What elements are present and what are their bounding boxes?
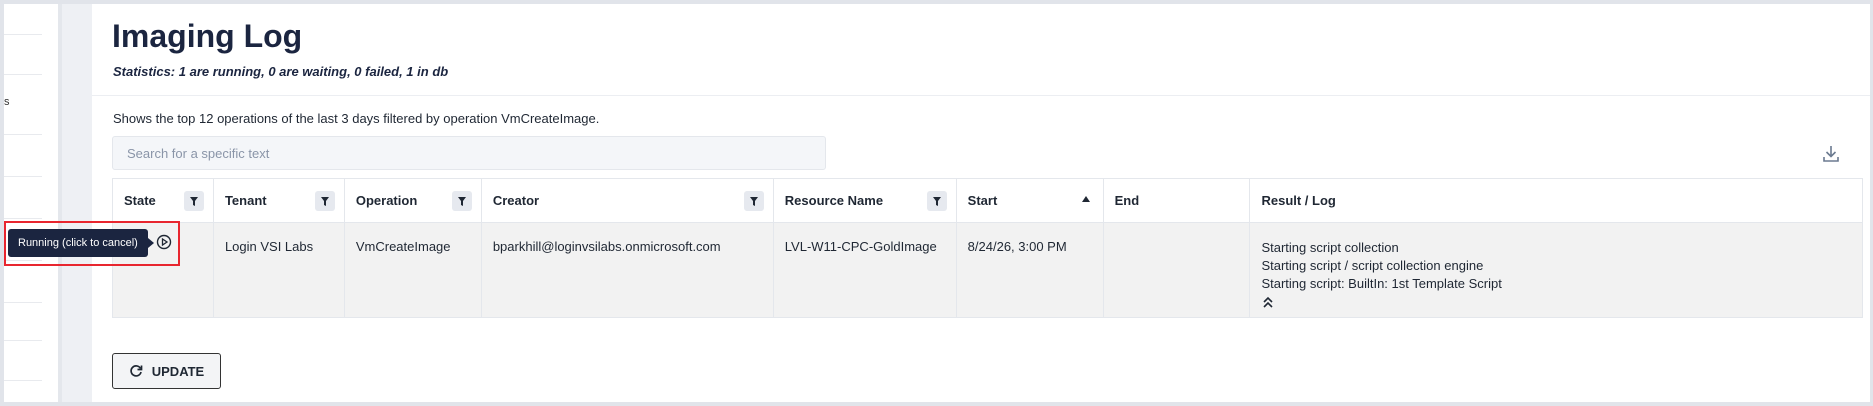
search-input[interactable] [112, 136, 826, 170]
column-header-creator[interactable]: Creator [480, 178, 774, 223]
column-header-state[interactable]: State [112, 178, 214, 223]
statistics-text: Statistics: 1 are running, 0 are waiting… [113, 64, 449, 79]
main-content: Imaging Log Statistics: 1 are running, 0… [92, 4, 1870, 402]
filter-icon[interactable] [183, 191, 204, 211]
sidebar-divider [4, 340, 42, 341]
filter-icon[interactable] [743, 191, 764, 211]
column-label: Tenant [224, 193, 267, 208]
column-label: Resource Name [784, 193, 884, 208]
refresh-icon [130, 365, 143, 377]
log-line: Starting script collection [1261, 240, 1399, 255]
column-label: Creator [492, 193, 540, 208]
update-button-label: UPDATE [151, 363, 205, 379]
update-button[interactable]: UPDATE [112, 353, 221, 389]
page-title: Imaging Log [112, 18, 303, 54]
sidebar-divider [4, 134, 42, 135]
column-label: Operation [355, 193, 418, 208]
cell-start: 8/24/26, 3:00 PM [955, 222, 1104, 318]
sort-ascending-icon[interactable] [1081, 196, 1090, 202]
highlight-box [4, 221, 180, 266]
cell-result-log: Starting script collection Starting scri… [1249, 222, 1863, 318]
sidebar-divider [4, 176, 42, 177]
column-label: State [124, 193, 156, 208]
column-label: Result / Log [1261, 193, 1336, 208]
sidebar-divider [4, 34, 42, 35]
sidebar: s [4, 4, 62, 402]
table-header-row: State Tenant Operation Creator Resource … [112, 178, 1863, 223]
sidebar-divider [4, 380, 42, 381]
cell-resource-name: LVL-W11-CPC-GoldImage [772, 222, 957, 318]
sidebar-divider [4, 74, 42, 75]
column-label: End [1114, 193, 1140, 208]
sidebar-item-label[interactable]: s [4, 96, 10, 108]
sidebar-divider [4, 218, 42, 219]
cell-creator: bparkhill@loginvsilabs.onmicrosoft.com [480, 222, 774, 318]
log-line: Starting script / script collection engi… [1261, 258, 1484, 273]
sidebar-divider [4, 302, 42, 303]
filter-icon[interactable] [451, 191, 472, 211]
description-text: Shows the top 12 operations of the last … [113, 111, 600, 126]
filter-icon[interactable] [926, 191, 947, 211]
column-header-operation[interactable]: Operation [343, 178, 482, 223]
column-label: Start [967, 193, 998, 208]
double-chevron-up-icon[interactable] [1261, 295, 1275, 309]
column-header-result-log[interactable]: Result / Log [1249, 178, 1863, 223]
download-icon[interactable] [1820, 143, 1842, 165]
gutter [62, 4, 92, 402]
log-line: Starting script: BuiltIn: 1st Template S… [1261, 276, 1502, 291]
column-header-start[interactable]: Start [955, 178, 1104, 223]
header-divider [92, 95, 1870, 96]
column-header-resource-name[interactable]: Resource Name [772, 178, 957, 223]
cell-tenant: Login VSI Labs [212, 222, 345, 318]
table-row[interactable]: Login VSI Labs VmCreateImage bparkhill@l… [112, 222, 1863, 318]
column-header-tenant[interactable]: Tenant [212, 178, 345, 223]
cell-operation: VmCreateImage [343, 222, 482, 318]
filter-icon[interactable] [314, 191, 335, 211]
cell-end [1102, 222, 1251, 318]
imaging-log-table: State Tenant Operation Creator Resource … [112, 178, 1863, 318]
column-header-end[interactable]: End [1102, 178, 1251, 223]
